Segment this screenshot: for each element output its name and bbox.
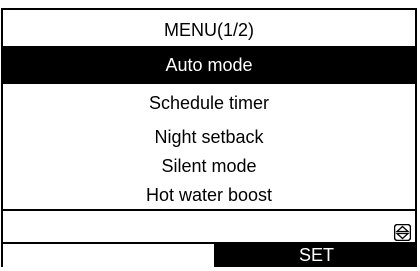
menu-title: MENU(1/2) [163, 20, 254, 40]
menu-item-schedule-timer[interactable]: Schedule timer [3, 86, 415, 120]
menu-item-hot-water-boost[interactable]: Hot water boost [3, 178, 415, 212]
set-button[interactable]: SET [216, 242, 417, 267]
selection-divider [3, 82, 415, 84]
softkey-left-button[interactable] [3, 242, 216, 267]
menu-frame: MENU(1/2) Auto mode Schedule timer Night… [1, 8, 417, 267]
menu-item-auto-mode[interactable]: Auto mode [3, 48, 415, 82]
up-down-scroll-icon[interactable] [394, 224, 411, 241]
list-bottom-divider [3, 209, 415, 211]
lcd-screen: MENU(1/2) Auto mode Schedule timer Night… [0, 0, 420, 271]
